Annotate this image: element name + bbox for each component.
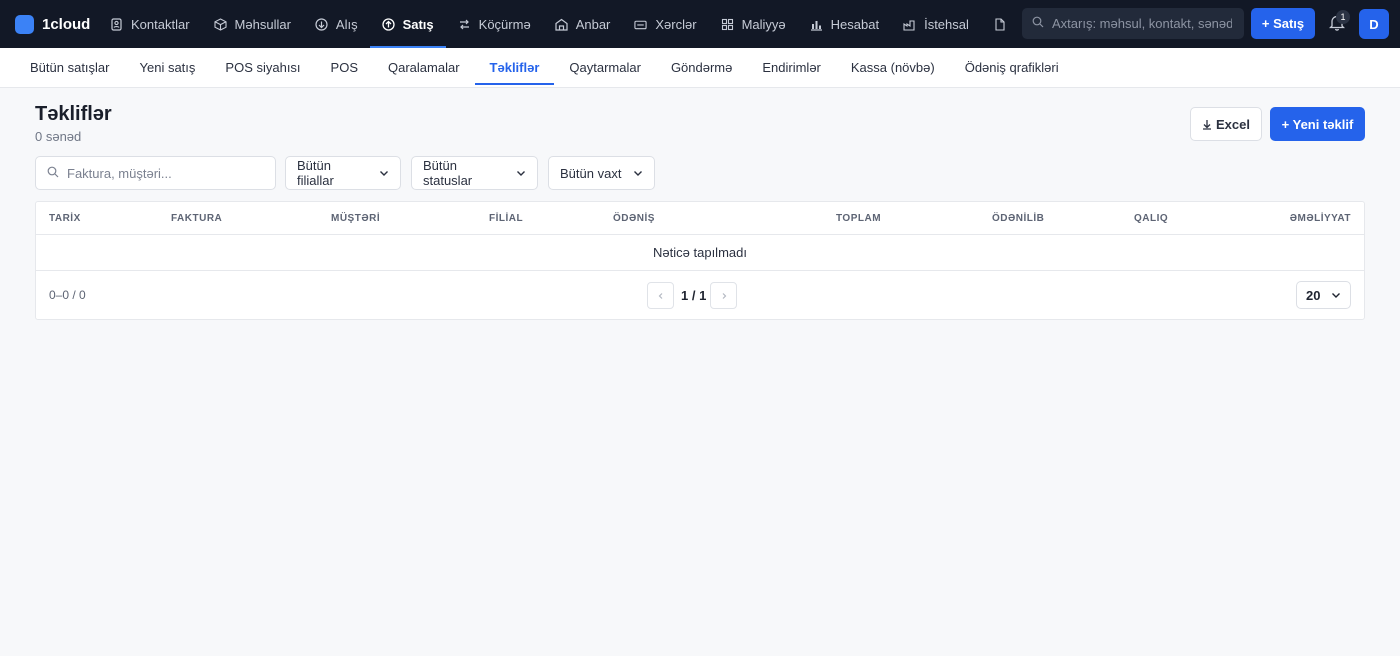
notification-count-badge: 1: [1336, 10, 1350, 24]
new-offer-button[interactable]: + Yeni təklif: [1270, 107, 1365, 141]
column-header-date[interactable]: TARİX: [49, 213, 81, 224]
nav-item-istehsal[interactable]: İstehsal: [891, 0, 981, 48]
subnav-item-returns[interactable]: Qaytarmalar: [554, 50, 656, 85]
nav-label: Xərclər: [655, 16, 697, 32]
nav-item-kontaktlar[interactable]: Kontaktlar: [98, 0, 202, 48]
upload-circle-icon: [381, 17, 395, 31]
nav-item-anbar[interactable]: Anbar: [543, 0, 623, 48]
offers-table: TARİX FAKTURA MÜŞTƏRİ FİLİAL ÖDƏNİŞ TOPL…: [35, 201, 1365, 320]
export-excel-button[interactable]: Excel: [1190, 107, 1262, 141]
column-header-total[interactable]: TOPLAM: [836, 213, 881, 224]
chevron-left-icon: [657, 288, 665, 303]
nav-label: Hesabat: [830, 16, 880, 32]
page-size-value: 20: [1306, 287, 1321, 303]
box-icon: [213, 17, 227, 31]
wallet-icon: [634, 18, 648, 31]
filter-search[interactable]: [35, 156, 276, 190]
column-header-balance[interactable]: QALIQ: [1134, 213, 1168, 224]
subnav-item-pos-list[interactable]: POS siyahısı: [210, 50, 315, 85]
bar-chart-icon: [810, 18, 823, 31]
column-header-actions: ƏMƏLİYYAT: [1289, 213, 1351, 224]
column-header-branch[interactable]: FİLİAL: [489, 213, 523, 224]
column-header-customer[interactable]: MÜŞTƏRİ: [331, 213, 380, 224]
empty-state-message: Nəticə tapılmadı: [36, 235, 1364, 271]
page-size-select[interactable]: 20: [1296, 281, 1351, 309]
nav-label: Kontaktlar: [131, 16, 190, 32]
nav-label: Maliyyə: [741, 16, 786, 32]
chevron-down-icon: [516, 168, 526, 178]
branch-filter-select[interactable]: Bütün filiallar: [285, 156, 401, 190]
subnav-item-pos[interactable]: POS: [316, 50, 373, 85]
filter-search-input[interactable]: [67, 165, 257, 181]
document-count: 0 sənəd: [35, 129, 82, 144]
nav-label: Məhsullar: [234, 16, 291, 32]
document-icon: [993, 17, 1006, 31]
subnav-item-drafts[interactable]: Qaralamalar: [373, 50, 475, 85]
search-input[interactable]: [1052, 16, 1232, 31]
nav-label: İstehsal: [924, 16, 969, 32]
brand-name: 1cloud: [42, 15, 91, 33]
brand-logo-icon: [15, 14, 34, 34]
nav-item-more[interactable]: [981, 0, 1018, 48]
column-header-payment[interactable]: ÖDƏNİŞ: [613, 213, 655, 224]
chevron-down-icon: [1331, 290, 1341, 300]
subnav-item-discounts[interactable]: Endirimlər: [747, 50, 836, 85]
nav-item-kocurme[interactable]: Köçürmə: [446, 0, 543, 48]
subnav-item-new-sale[interactable]: Yeni satış: [125, 50, 211, 85]
brand[interactable]: 1cloud: [15, 0, 100, 48]
global-search[interactable]: [1022, 8, 1244, 39]
page-indicator: 1 / 1: [681, 288, 707, 303]
column-header-paid[interactable]: ÖDƏNİLİB: [992, 213, 1044, 224]
next-page-button[interactable]: [710, 282, 737, 309]
time-filter-value: Bütün vaxt: [560, 165, 622, 181]
column-header-invoice[interactable]: FAKTURA: [171, 213, 222, 224]
chevron-down-icon: [379, 168, 389, 178]
nav-item-mehsullar[interactable]: Məhsullar: [202, 0, 303, 48]
nav-label: Alış: [335, 16, 358, 32]
nav-item-hesabat[interactable]: Hesabat: [798, 0, 891, 48]
main-nav: Kontaktlar Məhsullar Alış Satış Köçürmə …: [98, 0, 1018, 48]
prev-page-button[interactable]: [647, 282, 674, 309]
subnav-item-shipping[interactable]: Göndərmə: [656, 50, 747, 85]
subnav-item-cash-shift[interactable]: Kassa (növbə): [836, 50, 950, 85]
pagination-range: 0–0 / 0: [49, 288, 86, 302]
nav-item-satis[interactable]: Satış: [369, 0, 446, 48]
page-title: Təkliflər: [35, 103, 112, 125]
user-avatar[interactable]: D: [1359, 9, 1389, 39]
time-filter-select[interactable]: Bütün vaxt: [548, 156, 655, 190]
chevron-right-icon: [720, 288, 728, 303]
nav-label: Köçürmə: [478, 16, 531, 32]
contacts-icon: [110, 17, 123, 31]
table-header: TARİX FAKTURA MÜŞTƏRİ FİLİAL ÖDƏNİŞ TOPL…: [36, 202, 1364, 235]
nav-label: Anbar: [575, 16, 611, 32]
nav-label: Satış: [402, 16, 434, 32]
status-filter-select[interactable]: Bütün statuslar: [411, 156, 538, 190]
nav-item-maliyye[interactable]: Maliyyə: [709, 0, 798, 48]
search-icon: [47, 166, 59, 181]
factory-icon: [903, 18, 916, 31]
branch-filter-value: Bütün filiallar: [297, 158, 334, 188]
download-circle-icon: [315, 17, 328, 31]
excel-label: Excel: [1216, 116, 1250, 132]
grid-icon: [721, 18, 734, 31]
warehouse-icon: [555, 18, 568, 31]
chevron-down-icon: [633, 168, 643, 178]
subnav-item-all-sales[interactable]: Bütün satışlar: [15, 50, 125, 85]
status-filter-value: Bütün statuslar: [423, 158, 473, 188]
transfer-icon: [458, 18, 471, 31]
search-icon: [1032, 16, 1044, 31]
nav-item-alis[interactable]: Alış: [303, 0, 370, 48]
new-sale-button[interactable]: + Satış: [1251, 8, 1315, 39]
download-icon: [1202, 119, 1212, 130]
sub-nav: Bütün satışlar Yeni satış POS siyahısı P…: [0, 48, 1400, 88]
subnav-item-offers[interactable]: Təkliflər: [474, 50, 555, 85]
subnav-item-payment-schedules[interactable]: Ödəniş qrafikləri: [950, 50, 1074, 85]
nav-item-xercler[interactable]: Xərclər: [622, 0, 708, 48]
